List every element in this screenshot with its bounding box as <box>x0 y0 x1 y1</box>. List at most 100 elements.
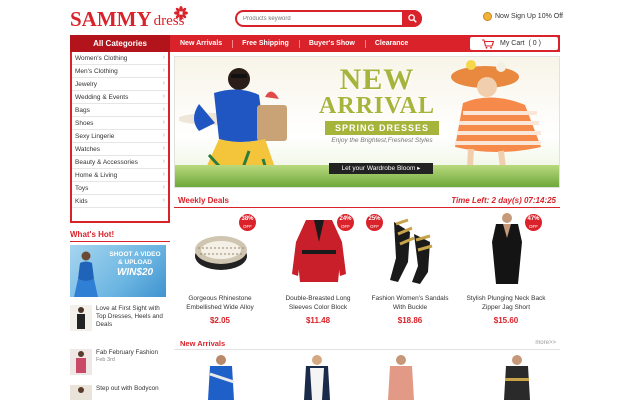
product-price: $11.48 <box>305 316 331 325</box>
discount-value: 38% <box>241 216 254 222</box>
category-kids[interactable]: Kids › <box>72 195 168 208</box>
cart-count: ( 0 ) <box>528 40 541 47</box>
product-card[interactable]: 38% OFF Gorgeous Rhinestone Embellished W… <box>180 212 260 328</box>
category-label: Watches <box>75 145 101 153</box>
page: SAMMY dress Now Sign Up <box>0 0 640 400</box>
search-input[interactable] <box>243 12 393 25</box>
new-arrival-item[interactable] <box>286 354 348 400</box>
chevron-right-icon: › <box>162 80 165 87</box>
model-image <box>74 251 98 297</box>
weekly-deals-title: Weekly Deals <box>178 196 229 205</box>
new-arrival-image <box>388 355 414 400</box>
category-beauty-accessories[interactable]: Beauty & Accessories › <box>72 156 168 169</box>
product-card[interactable]: 47% OFF Stylish Plunging Neck Back Zipper… <box>466 212 546 328</box>
category-watches[interactable]: Watches › <box>72 143 168 156</box>
product-name[interactable]: Gorgeous Rhinestone Embellished Wide All… <box>180 294 260 312</box>
search-icon <box>407 14 417 23</box>
category-label: Kids <box>75 197 88 205</box>
banner-cta-button[interactable]: Let your Wardrobe Bloom ▸ <box>329 163 433 174</box>
banner-subheadline: SPRING DRESSES <box>325 121 439 135</box>
discount-off: OFF <box>341 224 350 229</box>
hot-item-text: Fab February Fashion <box>96 349 158 356</box>
category-toys[interactable]: Toys › <box>72 182 168 195</box>
product-price: $18.86 <box>397 316 423 325</box>
discount-value: 25% <box>368 216 381 222</box>
discount-badge: 25% OFF <box>366 214 383 231</box>
product-price: $2.05 <box>209 316 231 325</box>
chevron-right-icon: › <box>162 93 165 100</box>
hot-item[interactable]: Step out with Bodycon <box>70 385 170 400</box>
search-box <box>235 10 422 27</box>
product-name[interactable]: Fashion Women's Sandals With Buckle <box>370 294 450 312</box>
hero-banner[interactable]: NEW ARRIVAL SPRING DRESSES Enjoy the Bri… <box>174 56 560 188</box>
new-arrivals-title: New Arrivals <box>180 339 226 348</box>
category-shoes[interactable]: Shoes › <box>72 117 168 130</box>
category-label: Home & Living <box>75 171 118 179</box>
cart-button[interactable]: My Cart ( 0 ) <box>470 37 558 50</box>
discount-value: 47% <box>527 216 540 222</box>
category-womens-clothing[interactable]: Women's Clothing › <box>72 52 168 65</box>
category-wedding-events[interactable]: Wedding & Events › <box>72 91 168 104</box>
new-arrival-item[interactable] <box>370 354 432 400</box>
discount-value: 24% <box>339 216 352 222</box>
category-label: Beauty & Accessories <box>75 158 138 166</box>
signup-promo[interactable]: Now Sign Up 10% Off <box>483 12 563 21</box>
video-upload-ad[interactable]: SHOOT A VIDEO & UPLOAD WIN$20 <box>70 245 166 297</box>
hot-item[interactable]: Love at First Sight with Top Dresses, He… <box>70 305 170 331</box>
all-categories-button[interactable]: All Categories <box>70 35 170 52</box>
flower-logo-icon <box>174 6 188 20</box>
product-name[interactable]: Double-Breasted Long Sleeves Color Block <box>278 294 358 312</box>
nav-clearance[interactable]: Clearance <box>364 35 418 52</box>
hot-item-text: Love at First Sight with Top Dresses, He… <box>96 305 163 328</box>
new-arrival-image <box>208 355 235 400</box>
nav-new-arrivals[interactable]: New Arrivals <box>170 35 232 52</box>
banner-tagline: Enjoy the Brightest,Freshest Styles <box>331 137 433 144</box>
discount-off: OFF <box>370 224 379 229</box>
category-bags[interactable]: Bags › <box>72 104 168 117</box>
product-card[interactable]: 24% OFF Double-Breasted Long Sleeves Colo… <box>278 212 358 328</box>
category-mens-clothing[interactable]: Men's Clothing › <box>72 65 168 78</box>
chevron-right-icon: › <box>162 54 165 61</box>
cart-icon <box>482 38 494 49</box>
main-nav: All Categories New Arrivals Free Shippin… <box>70 35 560 52</box>
chevron-right-icon: › <box>162 171 165 178</box>
ad-line-2: & UPLOAD <box>118 259 152 266</box>
new-arrival-item[interactable] <box>190 354 252 400</box>
product-name[interactable]: Stylish Plunging Neck Back Zipper Jag Sh… <box>466 294 546 312</box>
chevron-right-icon: › <box>162 197 165 204</box>
whats-hot-divider <box>70 241 170 242</box>
category-home-living[interactable]: Home & Living › <box>72 169 168 182</box>
more-link[interactable]: more>> <box>535 340 556 346</box>
ad-line-3: WIN$20 <box>116 267 154 278</box>
new-arrival-image <box>504 355 530 400</box>
discount-off: OFF <box>529 224 538 229</box>
search-button[interactable] <box>402 10 422 27</box>
category-label: Wedding & Events <box>75 93 129 101</box>
category-label: Sexy Lingerie <box>75 132 115 140</box>
category-label: Toys <box>75 184 89 192</box>
hot-item-text: Step out with Bodycon <box>96 385 159 392</box>
nav-buyers-show[interactable]: Buyer's Show <box>298 35 365 52</box>
nav-free-shipping[interactable]: Free Shipping <box>232 35 299 52</box>
chevron-right-icon: › <box>162 106 165 113</box>
site-logo[interactable]: SAMMY dress <box>70 6 188 30</box>
hot-item[interactable]: Fab February Fashion Feb 3rd <box>70 349 170 375</box>
category-label: Jewelry <box>75 80 98 88</box>
banner-headline-arrival: ARRIVAL <box>319 93 435 119</box>
category-sexy-lingerie[interactable]: Sexy Lingerie › <box>72 130 168 143</box>
discount-badge: 47% OFF <box>525 214 542 231</box>
hot-item-thumbnail <box>70 385 92 400</box>
signup-text: Now Sign Up 10% Off <box>495 13 563 20</box>
new-arrivals-header: New Arrivals more>> <box>174 336 560 350</box>
chevron-right-icon: › <box>162 184 165 191</box>
hot-item-thumbnail <box>70 305 92 331</box>
new-arrival-item[interactable] <box>486 354 548 400</box>
category-label: Men's Clothing <box>75 67 118 75</box>
cart-label: My Cart <box>500 40 525 47</box>
discount-off: OFF <box>243 224 252 229</box>
ad-text: SHOOT A VIDEO & UPLOAD WIN$20 <box>104 251 166 278</box>
category-jewelry[interactable]: Jewelry › <box>72 78 168 91</box>
product-card[interactable]: 25% OFF Fashion Women's Sandals With Buck… <box>366 212 450 328</box>
product-image-sandals <box>380 212 442 290</box>
countdown-timer: Time Left: 2 day(s) 07:14:25 <box>451 196 556 205</box>
